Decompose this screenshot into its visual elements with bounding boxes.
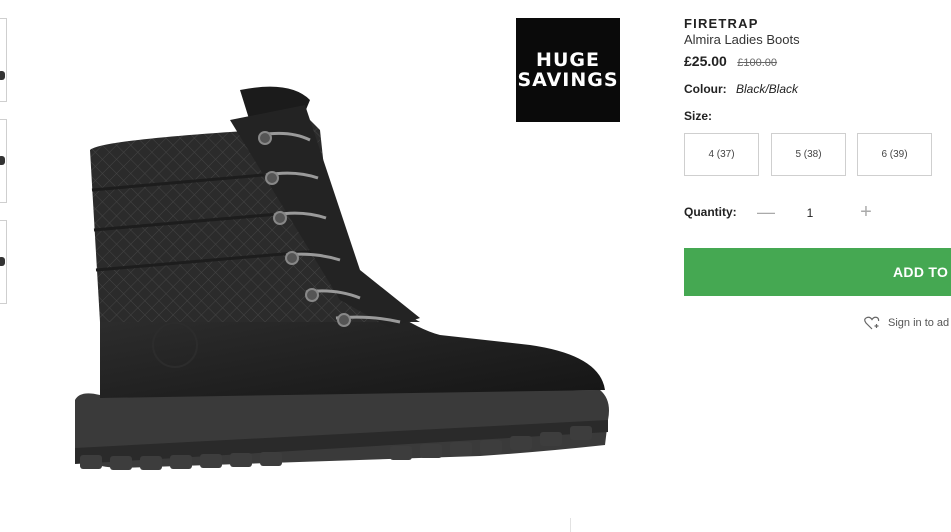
thumbnail-1[interactable] [0, 18, 7, 102]
product-info: FIRETRAP Almira Ladies Boots £25.00 £100… [684, 16, 951, 96]
size-option-6[interactable]: 6 (39) [857, 133, 932, 176]
product-image [75, 86, 609, 470]
thumbnail-boot-image [0, 257, 5, 266]
thumbnail-3[interactable] [0, 220, 7, 304]
add-to-bag-button[interactable]: ADD TO [684, 248, 951, 296]
divider [570, 518, 571, 532]
wishlist-label: Sign in to ad [888, 317, 950, 329]
thumbnail-boot-image [0, 71, 5, 80]
original-price: £100.00 [737, 57, 778, 69]
quantity-increase-button[interactable]: + [856, 202, 876, 222]
thumbnail-2[interactable] [0, 119, 7, 203]
huge-savings-badge: HUGE SAVINGS [516, 18, 620, 122]
product-brand[interactable]: FIRETRAP [684, 16, 951, 31]
wishlist-link[interactable]: Sign in to ad [864, 316, 949, 330]
colour-value: Black/Black [736, 82, 799, 96]
size-label: Size: [684, 109, 713, 123]
quantity-value[interactable]: 1 [800, 206, 820, 220]
size-option-5[interactable]: 5 (38) [771, 133, 846, 176]
badge-line-1: HUGE [536, 49, 600, 71]
price-block: £25.00 £100.00 [684, 53, 951, 71]
size-option-4[interactable]: 4 (37) [684, 133, 759, 176]
current-price: £25.00 [684, 53, 727, 69]
badge-line-2: SAVINGS [517, 69, 619, 91]
colour-row: Colour: Black/Black [684, 82, 951, 96]
quantity-label: Quantity: [684, 205, 737, 219]
thumbnail-boot-image [0, 156, 5, 165]
heart-plus-icon [864, 316, 880, 330]
quantity-decrease-button[interactable]: — [756, 203, 776, 223]
colour-label: Colour: [684, 82, 727, 96]
product-name: Almira Ladies Boots [684, 32, 800, 47]
